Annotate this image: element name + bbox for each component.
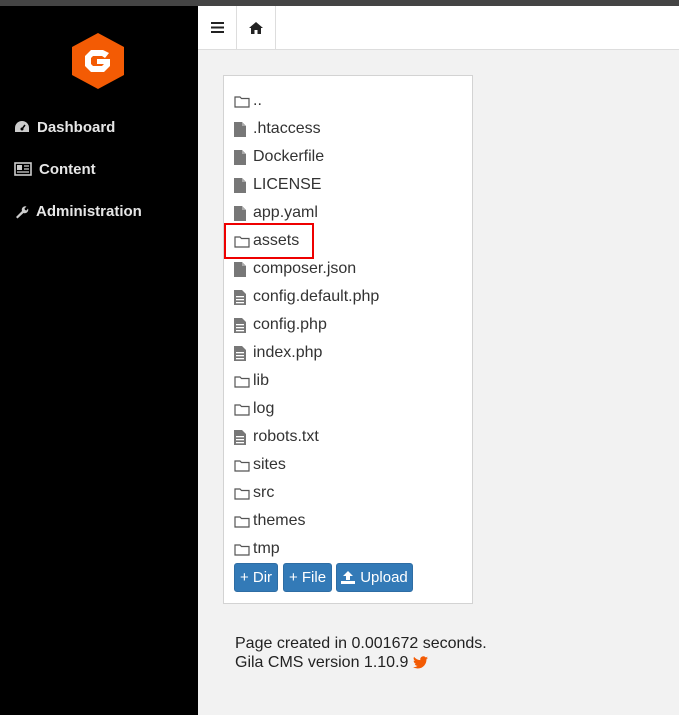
file-row-log[interactable]: log — [234, 395, 274, 423]
file-row-config-php[interactable]: config.php — [234, 311, 327, 339]
hamburger-icon — [210, 22, 224, 33]
page-footer: Page created in 0.001672 seconds. Gila C… — [235, 634, 487, 672]
file-icon — [234, 149, 253, 165]
file-row-composer-json[interactable]: composer.json — [234, 255, 356, 283]
sidebar-item-label: Administration — [36, 202, 142, 220]
file-name: src — [253, 484, 275, 501]
text-file-icon — [234, 429, 253, 445]
file-icon — [234, 261, 253, 277]
sidebar-item-dashboard[interactable]: Dashboard — [14, 115, 115, 139]
folder-icon — [234, 459, 253, 472]
twitter-icon[interactable] — [413, 656, 429, 669]
sidebar-item-label: Dashboard — [37, 118, 116, 136]
file-row-config-default-php[interactable]: config.default.php — [234, 283, 379, 311]
upload-icon — [341, 571, 356, 584]
file-row-htaccess[interactable]: .htaccess — [234, 115, 321, 143]
file-name: themes — [253, 512, 306, 529]
file-name: .htaccess — [253, 120, 321, 137]
file-row-src[interactable]: src — [234, 479, 274, 507]
upload-label: Upload — [360, 569, 408, 586]
home-button[interactable] — [237, 6, 276, 49]
file-name: app.yaml — [253, 204, 318, 221]
file-row-themes[interactable]: themes — [234, 507, 305, 535]
folder-icon — [234, 515, 253, 528]
file-icon — [234, 177, 253, 193]
add-file-label: + File — [288, 569, 327, 586]
text-file-icon — [234, 345, 253, 361]
folder-icon — [234, 375, 253, 388]
file-row-sites[interactable]: sites — [234, 451, 286, 479]
file-row-dockerfile[interactable]: Dockerfile — [234, 143, 324, 171]
dashboard-icon — [15, 121, 29, 132]
sidebar-item-administration[interactable]: Administration — [14, 199, 142, 223]
text-file-icon — [234, 317, 253, 333]
file-name: composer.json — [253, 260, 357, 277]
file-name: lib — [253, 372, 270, 389]
file-icon — [234, 205, 253, 221]
text-file-icon — [234, 289, 253, 305]
add-dir-button[interactable]: + Dir — [234, 563, 278, 592]
file-name: .. — [253, 92, 262, 109]
top-bar — [198, 6, 679, 50]
file-name: config.php — [253, 316, 327, 333]
file-name: index.php — [253, 344, 323, 361]
file-row-lib[interactable]: lib — [234, 367, 269, 395]
file-name: LICENSE — [253, 176, 322, 193]
sidebar-item-content[interactable]: Content — [14, 157, 96, 181]
page-timing-text: Page created in 0.001672 seconds. — [235, 635, 487, 652]
folder-icon — [234, 543, 253, 556]
file-row-index-php[interactable]: index.php — [234, 339, 322, 367]
newspaper-icon — [14, 162, 32, 176]
gila-logo-icon[interactable] — [69, 31, 127, 91]
file-name: tmp — [253, 540, 280, 557]
file-row-parent[interactable]: .. — [234, 87, 262, 115]
folder-icon — [234, 95, 253, 108]
home-icon — [249, 21, 263, 34]
sidebar: Dashboard Content Administration — [0, 6, 198, 715]
file-name: sites — [253, 456, 286, 473]
folder-icon — [234, 487, 253, 500]
folder-icon — [234, 403, 253, 416]
add-dir-label: + Dir — [239, 569, 273, 586]
file-row-robots-txt[interactable]: robots.txt — [234, 423, 319, 451]
file-row-tmp[interactable]: tmp — [234, 535, 280, 563]
file-icon — [234, 121, 253, 137]
file-name: Dockerfile — [253, 148, 325, 165]
wrench-icon — [16, 205, 29, 218]
file-name: robots.txt — [253, 428, 319, 445]
selection-highlight — [224, 223, 314, 259]
sidebar-item-label: Content — [39, 160, 96, 178]
file-name: log — [253, 400, 275, 417]
upload-button[interactable]: Upload — [336, 563, 413, 592]
add-file-button[interactable]: + File — [283, 563, 332, 592]
file-row-license[interactable]: LICENSE — [234, 171, 321, 199]
file-browser-panel: .. .htaccess Dockerfile LICENSE app.yaml… — [223, 75, 473, 604]
menu-toggle-button[interactable] — [198, 6, 237, 49]
cms-version-text: Gila CMS version 1.10.9 — [235, 654, 409, 671]
file-name: config.default.php — [253, 288, 380, 305]
